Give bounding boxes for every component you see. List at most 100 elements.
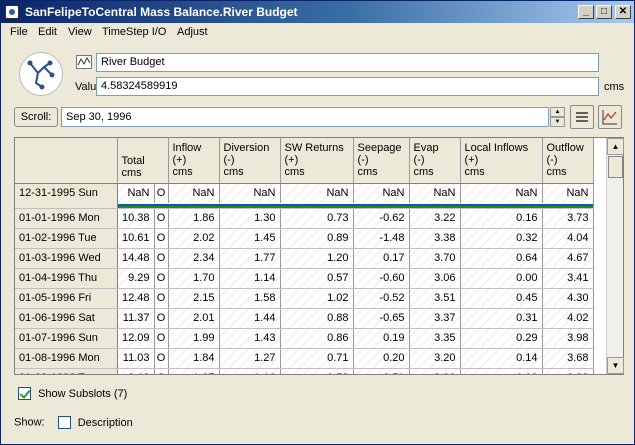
sw-returns-cell[interactable]: 0.88 <box>280 308 354 329</box>
seepage-cell[interactable]: -0.60 <box>353 268 410 289</box>
column-header-evap[interactable]: Evap (-) cms <box>409 138 461 184</box>
diversion-cell[interactable]: 1.77 <box>219 248 281 269</box>
minimize-button[interactable]: _ <box>578 5 594 19</box>
menu-adjust[interactable]: Adjust <box>177 26 208 38</box>
row-date-label[interactable]: 01-09-1996 Tue <box>15 368 118 374</box>
row-date-label[interactable]: 01-06-1996 Sat <box>15 308 118 329</box>
plot-button[interactable] <box>598 105 622 129</box>
local-inflows-cell[interactable]: 0.14 <box>460 348 543 369</box>
outflow-cell[interactable]: 4.67 <box>542 248 594 269</box>
scroll-down-icon[interactable]: ▼ <box>607 357 624 374</box>
outflow-cell[interactable]: 4.02 <box>542 308 594 329</box>
row-date-label[interactable]: 12-31-1995 Sun <box>15 183 118 203</box>
scroll-up-icon[interactable]: ▲ <box>607 138 624 155</box>
local-inflows-cell[interactable]: 0.64 <box>460 248 543 269</box>
seepage-cell[interactable]: -0.51 <box>353 368 410 374</box>
sw-returns-cell[interactable]: 1.02 <box>280 288 354 309</box>
outflow-cell[interactable]: 4.30 <box>542 288 594 309</box>
evap-cell[interactable]: NaN <box>409 183 461 203</box>
diversion-cell[interactable]: 1.44 <box>219 308 281 329</box>
outflow-cell[interactable]: 3.68 <box>542 348 594 369</box>
list-view-button[interactable] <box>570 105 594 129</box>
outflow-cell[interactable]: 3.73 <box>542 208 594 229</box>
inflow-cell[interactable]: 1.86 <box>168 208 220 229</box>
evap-cell[interactable]: 3.06 <box>409 268 461 289</box>
column-header-outflow[interactable]: Outflow (-) cms <box>542 138 594 184</box>
sw-returns-cell[interactable]: 0.86 <box>280 328 354 349</box>
evap-cell[interactable]: 3.00 <box>409 368 461 374</box>
scroll-date-field[interactable]: Sep 30, 1996 <box>61 107 549 127</box>
local-inflows-cell[interactable]: 0.16 <box>460 208 543 229</box>
outflow-cell[interactable]: 3.98 <box>542 328 594 349</box>
menu-view[interactable]: View <box>68 26 92 38</box>
total-cell[interactable]: 12.09 <box>117 328 155 349</box>
seepage-cell[interactable]: NaN <box>353 183 410 203</box>
outflow-cell[interactable]: 3.41 <box>542 268 594 289</box>
evap-cell[interactable]: 3.37 <box>409 308 461 329</box>
total-cell[interactable]: 11.03 <box>117 348 155 369</box>
row-date-label[interactable]: 01-03-1996 Wed <box>15 248 118 269</box>
evap-cell[interactable]: 3.20 <box>409 348 461 369</box>
total-cell[interactable]: NaN <box>117 183 155 203</box>
sw-returns-cell[interactable]: 0.71 <box>280 348 354 369</box>
row-date-label[interactable]: 01-04-1996 Thu <box>15 268 118 289</box>
value-field[interactable]: 4.58324589919 <box>96 77 599 96</box>
close-button[interactable]: ✕ <box>615 5 631 19</box>
title-bar[interactable]: SanFelipeToCentral Mass Balance.River Bu… <box>1 1 634 23</box>
outflow-cell[interactable]: NaN <box>542 183 594 203</box>
column-header-sw-returns[interactable]: SW Returns (+) cms <box>280 138 354 184</box>
column-header-seepage[interactable]: Seepage (-) cms <box>353 138 410 184</box>
inflow-cell[interactable]: 1.84 <box>168 348 220 369</box>
menu-edit[interactable]: Edit <box>38 26 57 38</box>
diversion-cell[interactable]: 1.43 <box>219 328 281 349</box>
seepage-cell[interactable]: -0.65 <box>353 308 410 329</box>
menu-timestep-io[interactable]: TimeStep I/O <box>102 26 166 38</box>
evap-cell[interactable]: 3.51 <box>409 288 461 309</box>
local-inflows-cell[interactable]: 0.31 <box>460 308 543 329</box>
seepage-cell[interactable]: 0.19 <box>353 328 410 349</box>
diversion-cell[interactable]: 1.45 <box>219 228 281 249</box>
diversion-cell[interactable]: 1.14 <box>219 268 281 289</box>
show-subslots-checkbox[interactable] <box>18 387 31 400</box>
total-cell[interactable]: 14.48 <box>117 248 155 269</box>
total-cell[interactable]: 11.37 <box>117 308 155 329</box>
total-cell[interactable]: 10.38 <box>117 208 155 229</box>
inflow-cell[interactable]: 1.70 <box>168 268 220 289</box>
diversion-cell[interactable]: 1.30 <box>219 208 281 229</box>
total-cell[interactable]: 9.29 <box>117 268 155 289</box>
column-header-total[interactable]: Total cms <box>117 138 169 184</box>
row-date-label[interactable]: 01-02-1996 Tue <box>15 228 118 249</box>
menu-file[interactable]: File <box>10 26 28 38</box>
evap-cell[interactable]: 3.38 <box>409 228 461 249</box>
seepage-cell[interactable]: 0.20 <box>353 348 410 369</box>
evap-cell[interactable]: 3.35 <box>409 328 461 349</box>
row-date-label[interactable]: 01-01-1996 Mon <box>15 208 118 229</box>
row-date-label[interactable]: 01-07-1996 Sun <box>15 328 118 349</box>
scroll-thumb[interactable] <box>608 156 623 178</box>
seepage-cell[interactable]: -0.62 <box>353 208 410 229</box>
local-inflows-cell[interactable]: 0.00 <box>460 268 543 289</box>
inflow-cell[interactable]: 2.02 <box>168 228 220 249</box>
row-date-label[interactable]: 01-05-1996 Fri <box>15 288 118 309</box>
diversion-cell[interactable]: 1.10 <box>219 368 281 374</box>
maximize-button[interactable]: □ <box>596 5 612 19</box>
local-inflows-cell[interactable]: NaN <box>460 183 543 203</box>
column-header-diversion[interactable]: Diversion (-) cms <box>219 138 281 184</box>
outflow-cell[interactable]: 4.04 <box>542 228 594 249</box>
diversion-cell[interactable]: NaN <box>219 183 281 203</box>
sw-returns-cell[interactable]: 0.73 <box>280 208 354 229</box>
total-cell[interactable]: 9.12 <box>117 368 155 374</box>
inflow-cell[interactable]: 1.67 <box>168 368 220 374</box>
show-subslots-option[interactable]: Show Subslots (7) <box>18 387 127 400</box>
scroll-button[interactable]: Scroll: <box>14 107 58 127</box>
sw-returns-cell[interactable]: NaN <box>280 183 354 203</box>
inflow-cell[interactable]: 2.34 <box>168 248 220 269</box>
diversion-cell[interactable]: 1.58 <box>219 288 281 309</box>
column-header-inflow[interactable]: Inflow (+) cms <box>168 138 220 184</box>
inflow-cell[interactable]: 1.99 <box>168 328 220 349</box>
inflow-cell[interactable]: 2.01 <box>168 308 220 329</box>
evap-cell[interactable]: 3.70 <box>409 248 461 269</box>
seepage-cell[interactable]: -0.52 <box>353 288 410 309</box>
inflow-cell[interactable]: NaN <box>168 183 220 203</box>
sw-returns-cell[interactable]: 0.57 <box>280 268 354 289</box>
